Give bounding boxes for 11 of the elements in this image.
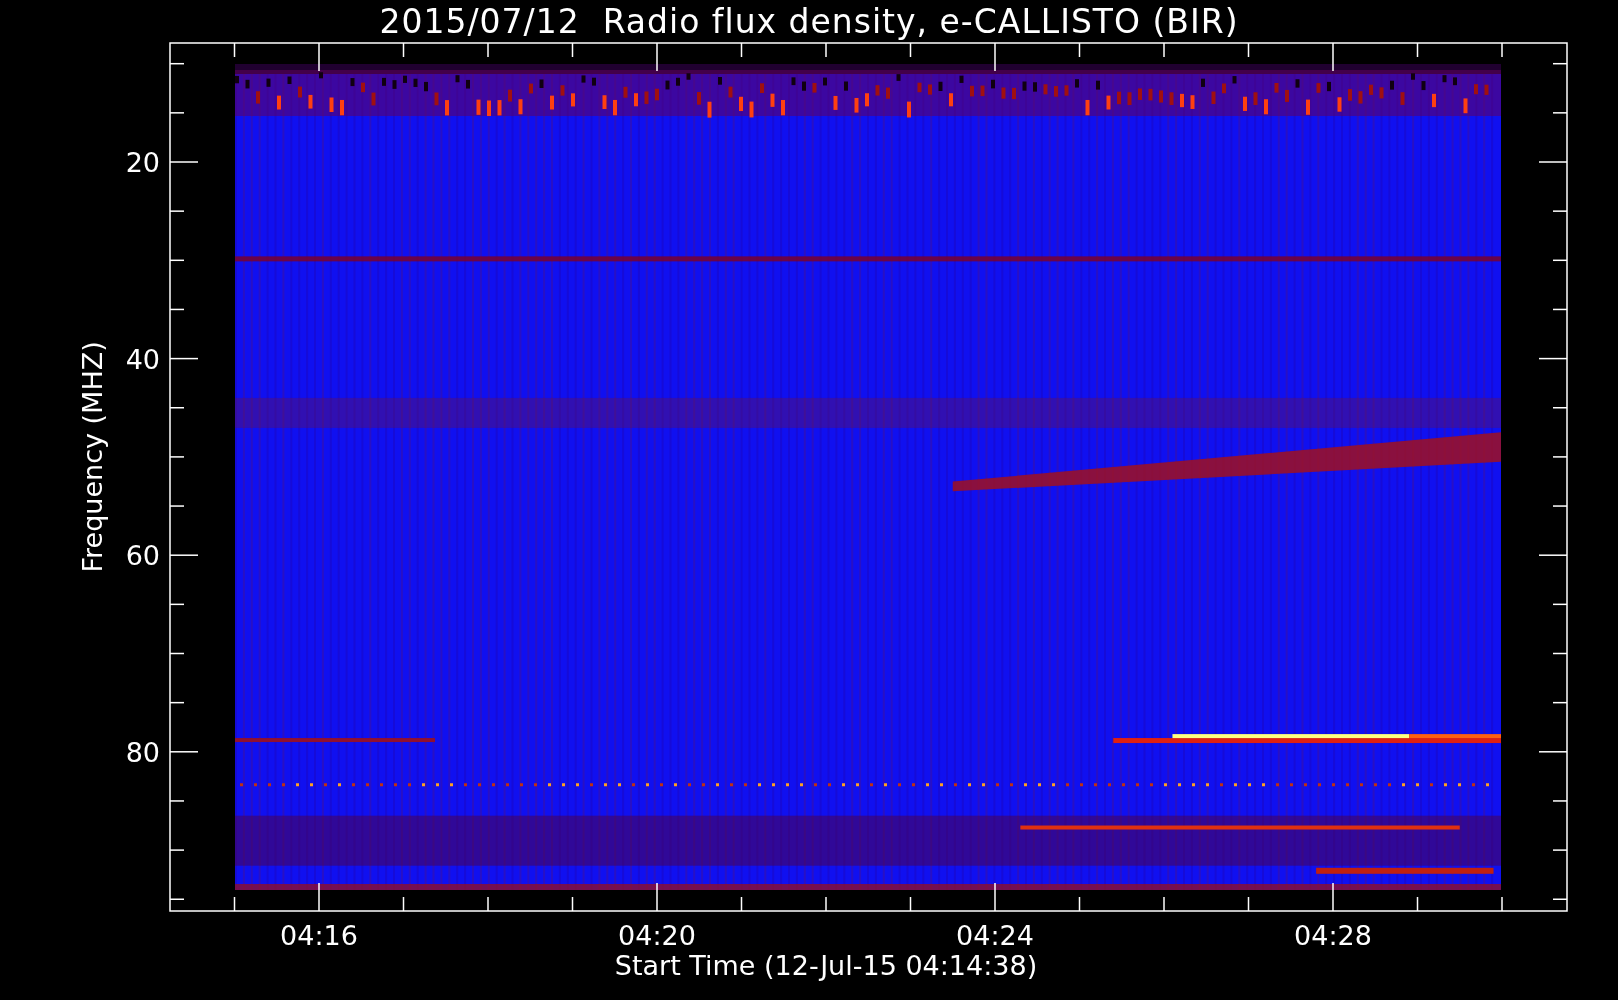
x-tick-label: 04:28 [1294, 920, 1372, 951]
y-tick-label: 80 [125, 736, 160, 768]
y-tick-label: 60 [125, 540, 160, 572]
y-tick-label: 40 [125, 343, 160, 375]
y-axis-label: Frequency (MHZ) [77, 341, 108, 573]
y-tick-label: 20 [125, 147, 160, 178]
x-tick-label: 04:20 [618, 920, 696, 951]
x-tick-label: 04:24 [956, 920, 1034, 951]
x-tick-label: 04:16 [280, 920, 358, 951]
chart-title: 2015/07/12 Radio flux density, e-CALLISTO (BIR) [379, 2, 1239, 42]
x-axis-label: Start Time (12-Jul-15 04:14:38) [614, 950, 1038, 981]
